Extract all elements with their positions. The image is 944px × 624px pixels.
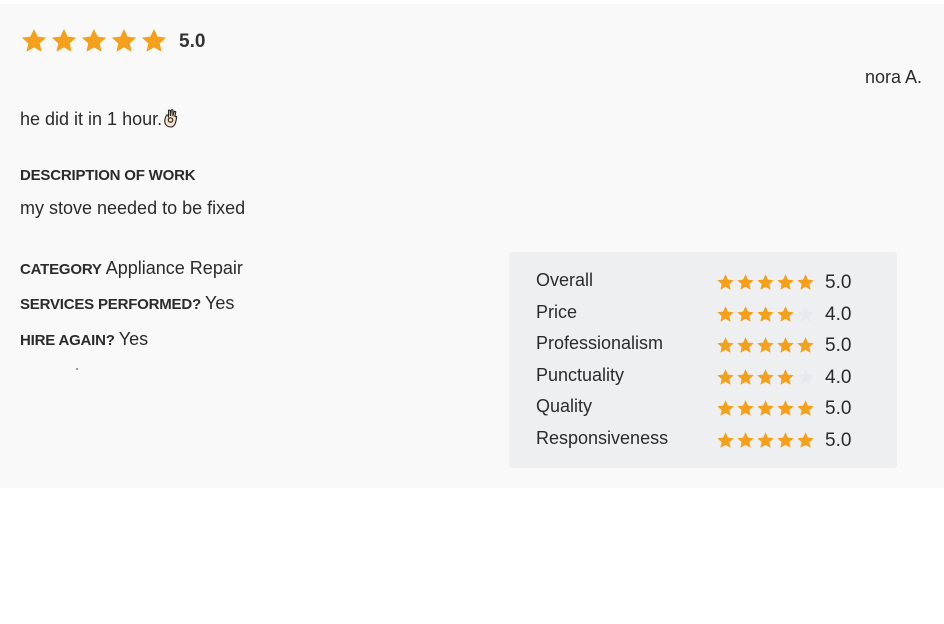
star-filled-icon xyxy=(796,431,815,450)
detail-value: Yes xyxy=(204,293,235,313)
detail-value: Appliance Repair xyxy=(105,258,243,278)
rating-label: Overall xyxy=(536,270,594,290)
star-filled-icon xyxy=(776,399,795,418)
star-filled-icon xyxy=(756,273,775,292)
star-filled-icon xyxy=(756,431,775,450)
divider-dot xyxy=(76,368,78,370)
star-filled-icon xyxy=(140,27,168,55)
detail-hire-again: HIRE AGAIN? Yes xyxy=(20,329,148,350)
rating-value: 4.0 xyxy=(825,367,852,388)
description-label: DESCRIPTION OF WORK xyxy=(20,167,196,184)
rating-stars xyxy=(716,368,816,387)
star-filled-icon xyxy=(736,305,755,324)
star-filled-icon xyxy=(776,368,795,387)
star-filled-icon xyxy=(716,431,735,450)
star-filled-icon xyxy=(736,273,755,292)
star-filled-icon xyxy=(756,368,775,387)
rating-label: Quality xyxy=(536,396,593,416)
review-text: he did it in 1 hour. xyxy=(20,109,163,129)
rating-label: Professionalism xyxy=(536,333,664,353)
overall-score: 5.0 xyxy=(179,31,206,52)
ratings-breakdown: Overall 5.0 Price 4.0 Professionalism 5.… xyxy=(509,252,897,468)
rating-stars xyxy=(716,431,816,450)
star-filled-icon xyxy=(796,399,815,418)
rating-value: 4.0 xyxy=(825,304,852,325)
star-filled-icon xyxy=(736,336,755,355)
rating-row-quality: Quality 5.0 xyxy=(509,392,897,422)
review-text-container: he did it in 1 hour. xyxy=(20,108,180,130)
star-filled-icon xyxy=(736,399,755,418)
star-filled-icon xyxy=(776,336,795,355)
rating-label: Punctuality xyxy=(536,365,625,385)
rating-stars xyxy=(716,273,816,292)
overall-star-rating xyxy=(20,27,170,55)
star-filled-icon xyxy=(776,273,795,292)
detail-value: Yes xyxy=(118,329,149,349)
reviewer-name: nora A. xyxy=(864,67,922,87)
star-filled-icon xyxy=(796,336,815,355)
detail-label: SERVICES PERFORMED? xyxy=(20,296,201,313)
star-filled-icon xyxy=(20,27,48,55)
ok-hand-icon xyxy=(162,108,180,128)
rating-row-price: Price 4.0 xyxy=(509,298,897,328)
star-filled-icon xyxy=(716,273,735,292)
detail-label: HIRE AGAIN? xyxy=(20,332,115,349)
star-filled-icon xyxy=(736,431,755,450)
star-empty-icon xyxy=(796,305,815,324)
star-filled-icon xyxy=(716,305,735,324)
rating-row-responsiveness: Responsiveness 5.0 xyxy=(509,424,897,454)
star-filled-icon xyxy=(776,305,795,324)
star-empty-icon xyxy=(796,368,815,387)
star-filled-icon xyxy=(756,399,775,418)
star-filled-icon xyxy=(80,27,108,55)
rating-value: 5.0 xyxy=(825,398,852,419)
rating-stars xyxy=(716,336,816,355)
rating-value: 5.0 xyxy=(825,430,852,451)
rating-row-overall: Overall 5.0 xyxy=(509,266,897,296)
star-filled-icon xyxy=(796,273,815,292)
star-filled-icon xyxy=(776,431,795,450)
rating-value: 5.0 xyxy=(825,335,852,356)
star-filled-icon xyxy=(716,336,735,355)
rating-stars xyxy=(716,305,816,324)
star-filled-icon xyxy=(756,336,775,355)
star-filled-icon xyxy=(716,399,735,418)
rating-row-professionalism: Professionalism 5.0 xyxy=(509,329,897,359)
rating-row-punctuality: Punctuality 4.0 xyxy=(509,361,897,391)
review-card: 5.0 nora A. he did it in 1 hour. DESCRIP… xyxy=(0,4,944,488)
rating-stars xyxy=(716,399,816,418)
star-filled-icon xyxy=(716,368,735,387)
detail-label: CATEGORY xyxy=(20,261,102,278)
rating-label: Responsiveness xyxy=(536,428,669,448)
detail-category: CATEGORY Appliance Repair xyxy=(20,258,243,279)
description-text: my stove needed to be fixed xyxy=(20,198,246,218)
rating-label: Price xyxy=(536,302,578,322)
star-filled-icon xyxy=(50,27,78,55)
star-filled-icon xyxy=(110,27,138,55)
star-filled-icon xyxy=(736,368,755,387)
detail-services-performed: SERVICES PERFORMED? Yes xyxy=(20,293,234,314)
star-filled-icon xyxy=(756,305,775,324)
rating-value: 5.0 xyxy=(825,272,852,293)
